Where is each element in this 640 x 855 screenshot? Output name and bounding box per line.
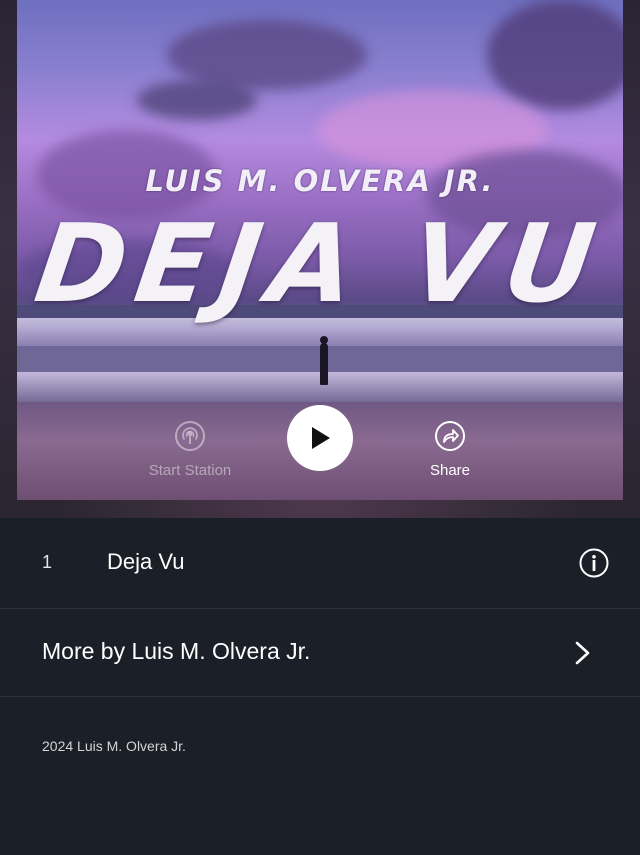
art-title-text: DEJA VU — [28, 202, 612, 327]
share-button[interactable]: Share — [405, 420, 495, 479]
album-header: LUIS M. OLVERA JR. DEJA VU Start Station — [0, 0, 640, 518]
start-station-label: Start Station — [148, 462, 232, 479]
chevron-right-icon[interactable] — [572, 640, 594, 666]
share-label: Share — [429, 462, 471, 479]
radio-station-icon — [175, 421, 205, 451]
art-cloud — [487, 0, 623, 110]
copyright-text: 2024 Luis M. Olvera Jr. — [42, 738, 186, 754]
track-list: 1 Deja Vu More by Luis M. Olvera Jr. — [0, 518, 640, 697]
start-station-button[interactable]: Start Station — [135, 420, 245, 479]
play-icon — [312, 427, 330, 449]
more-by-artist-label: More by Luis M. Olvera Jr. — [42, 638, 311, 664]
play-button[interactable] — [287, 405, 353, 471]
track-row[interactable]: 1 Deja Vu — [0, 518, 640, 609]
art-cloud — [137, 80, 257, 120]
track-number: 1 — [42, 552, 53, 572]
art-artist-text: LUIS M. OLVERA JR. — [145, 164, 495, 198]
playback-controls: Start Station Share — [17, 398, 623, 498]
share-arrow-icon — [435, 421, 465, 451]
more-by-artist-row[interactable]: More by Luis M. Olvera Jr. — [0, 609, 640, 697]
art-silhouette — [320, 336, 328, 385]
info-icon[interactable] — [579, 548, 609, 578]
track-title: Deja Vu — [107, 549, 185, 574]
